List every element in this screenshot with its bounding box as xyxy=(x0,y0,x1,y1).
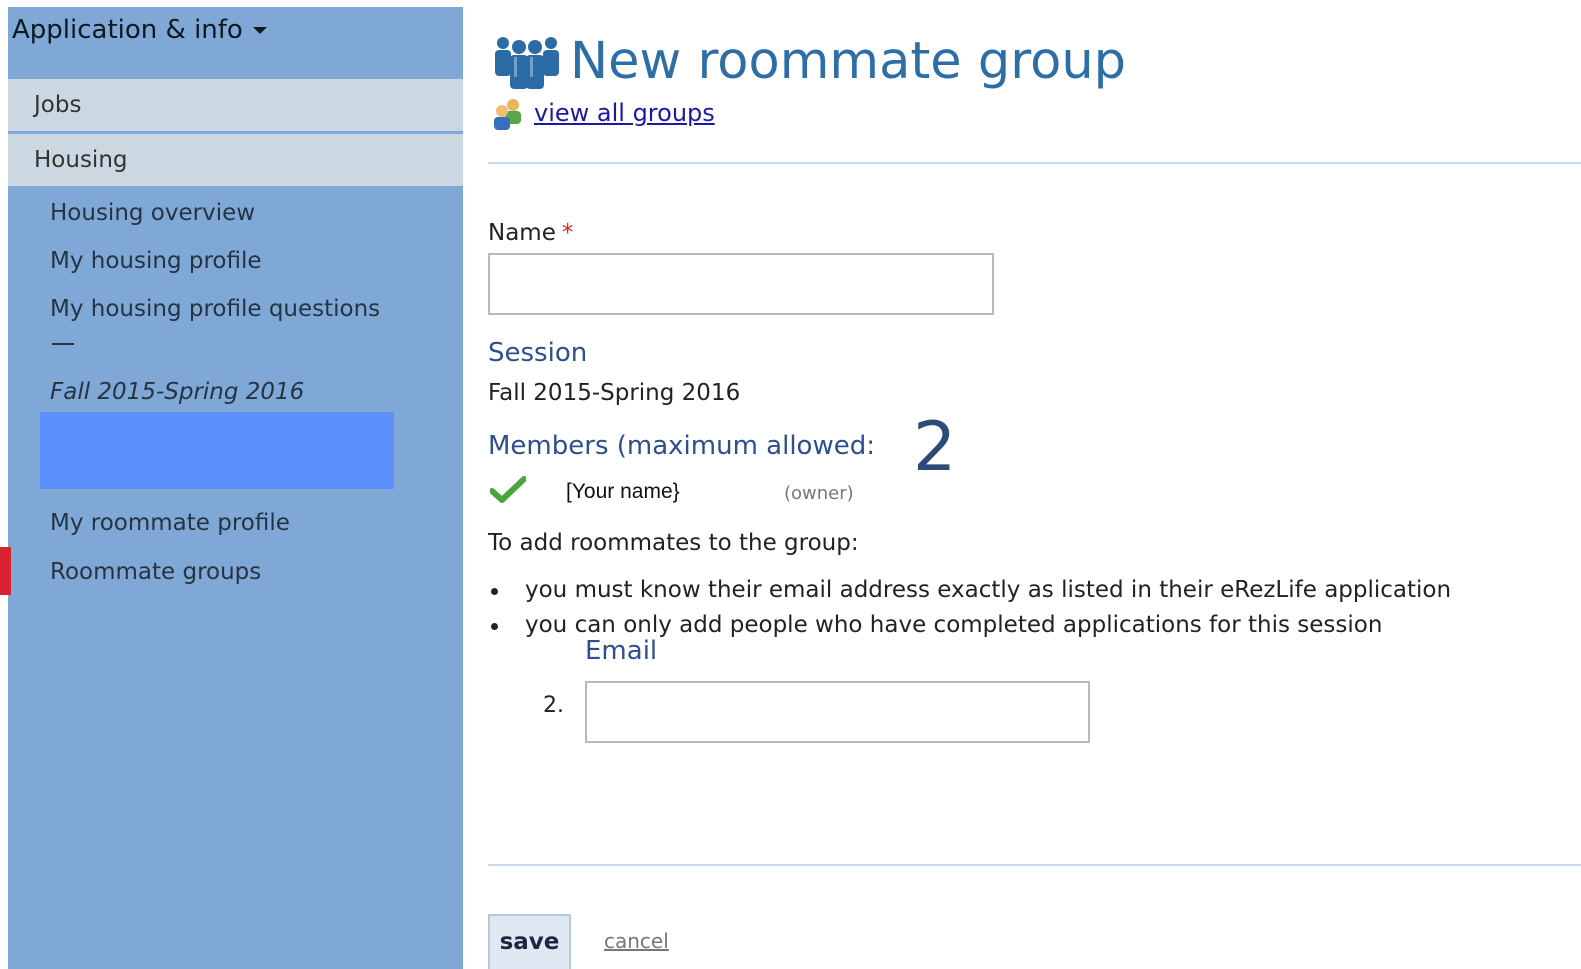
sidebar-session-label: Fall 2015-Spring 2016 xyxy=(50,379,305,405)
member-row: [Your name} (owner) xyxy=(488,472,1088,512)
view-all-groups: view all groups xyxy=(490,96,715,132)
cancel-link[interactable]: cancel xyxy=(604,929,669,953)
email-input[interactable] xyxy=(585,681,1090,743)
highlighted-nav-item[interactable] xyxy=(40,412,394,489)
page-title-text: New roommate group xyxy=(570,32,1127,91)
users-icon xyxy=(494,99,521,130)
nav-section-jobs[interactable]: Jobs xyxy=(8,79,463,131)
group-name-input[interactable] xyxy=(488,253,994,315)
app-menu-label: Application & info xyxy=(12,15,243,45)
sidebar: Application & info Jobs Housing Housing … xyxy=(0,7,463,969)
session-value: Fall 2015-Spring 2016 xyxy=(488,380,741,406)
save-button[interactable]: save xyxy=(488,914,571,969)
divider xyxy=(488,864,1581,866)
instructions-list: you must know their email address exactl… xyxy=(488,573,1451,643)
members-heading: Members (maximum allowed: xyxy=(488,431,875,461)
member-name: [Your name} xyxy=(566,480,680,503)
app-menu-dropdown[interactable]: Application & info xyxy=(8,7,463,77)
instructions-intro: To add roommates to the group: xyxy=(488,530,859,556)
main-content: New roommate group view all groups Name *… xyxy=(488,0,1581,969)
name-label-text: Name xyxy=(488,220,556,246)
member-role: (owner) xyxy=(784,483,854,504)
email-label: Email xyxy=(585,636,658,666)
people-group-icon xyxy=(495,37,559,89)
sidebar-item-roommate-groups[interactable]: Roommate groups xyxy=(50,559,261,585)
name-label: Name * xyxy=(488,220,573,246)
sidebar-item-my-roommate-profile[interactable]: My roommate profile xyxy=(50,510,290,536)
divider-dash xyxy=(52,343,74,345)
divider xyxy=(488,162,1581,164)
sidebar-item-my-housing-profile[interactable]: My housing profile xyxy=(50,248,262,274)
page-title: New roommate group xyxy=(492,30,1127,91)
view-all-groups-link[interactable]: view all groups xyxy=(534,99,715,127)
caret-down-icon xyxy=(252,27,267,34)
list-item: you must know their email address exactl… xyxy=(488,573,1451,608)
sidebar-item-housing-profile-questions[interactable]: My housing profile questions xyxy=(50,296,380,322)
session-heading: Session xyxy=(488,338,588,368)
active-item-marker xyxy=(0,547,11,595)
sidebar-item-housing-overview[interactable]: Housing overview xyxy=(50,200,255,226)
required-marker: * xyxy=(561,220,574,246)
checkmark-icon xyxy=(490,476,526,503)
email-row-number: 2. xyxy=(543,693,564,718)
nav-section-housing[interactable]: Housing xyxy=(8,134,463,186)
